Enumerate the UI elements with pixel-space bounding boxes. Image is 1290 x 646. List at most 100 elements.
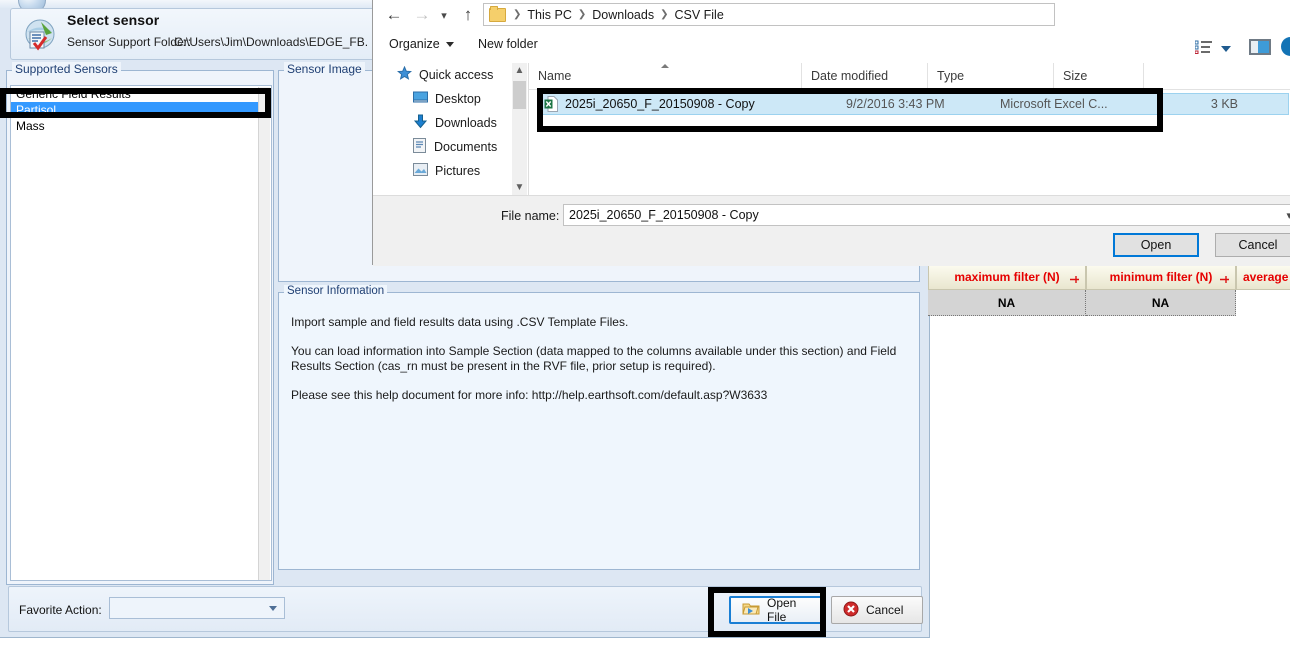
sensor-list-item-partisol[interactable]: Partisol [11, 102, 271, 118]
documents-icon [413, 138, 427, 156]
table-row[interactable]: 2025i_20650_F_20150908 - Copy 9/2/2016 3… [537, 93, 1289, 115]
chevron-down-icon [446, 42, 454, 47]
pictures-icon [413, 163, 428, 179]
file-size-cell: 3 KB [1128, 97, 1238, 111]
favorite-action-combobox[interactable] [109, 597, 285, 619]
preview-pane-icon[interactable] [1249, 39, 1271, 55]
column-header-spacer[interactable] [1143, 63, 1290, 89]
organize-button[interactable]: Organize [389, 37, 454, 51]
folder-icon [489, 8, 506, 22]
grid-cell-maximum-filter: NA [928, 290, 1086, 316]
breadcrumb[interactable]: ❯ This PC ❯ Downloads ❯ CSV File [483, 3, 1055, 26]
sensor-list-item-mass[interactable]: Mass [11, 118, 271, 134]
nav-item-documents[interactable]: Documents 📌 [413, 135, 497, 159]
grid-column-label: average [1243, 270, 1288, 284]
breadcrumb-item-this-pc[interactable]: This PC [524, 8, 574, 22]
dialog-open-button[interactable]: Open [1113, 233, 1199, 257]
file-list-column-headers: Name Date modified Type Size [529, 63, 1290, 90]
sensor-information-text: Import sample and field results data usi… [291, 315, 907, 417]
chevron-up-icon[interactable]: ▲ [512, 63, 527, 78]
arrow-right-icon[interactable]: → [411, 4, 433, 26]
file-name-label: File name: [501, 209, 559, 223]
sensor-info-paragraph-3: Please see this help document for more i… [291, 388, 907, 403]
chevron-down-icon [269, 606, 277, 611]
sensor-information-title: Sensor Information [284, 285, 387, 297]
grid-cell-minimum-filter: NA [1086, 290, 1236, 316]
sensor-list-scrollbar[interactable] [258, 87, 270, 581]
scrollbar-thumb[interactable] [513, 81, 526, 109]
desktop-icon [413, 91, 428, 107]
sensor-list[interactable]: Generic Field Results Partisol Mass [10, 85, 272, 581]
support-folder-value: C:\Users\Jim\Downloads\EDGE_FB. [174, 35, 368, 49]
arrow-up-icon[interactable]: ↑ [457, 4, 479, 26]
nav-item-downloads[interactable]: Downloads 📌 [413, 111, 497, 135]
file-list-pane: Name Date modified Type Size 2025i_20650… [529, 63, 1290, 195]
nav-item-label: Quick access [419, 68, 493, 82]
nav-item-label: Pictures [435, 164, 480, 178]
chevron-down-icon[interactable]: ▼ [512, 180, 527, 195]
grid-column-header-minimum-filter[interactable]: minimum filter (N) [1086, 262, 1236, 290]
open-folder-icon [742, 601, 760, 619]
breadcrumb-separator: ❯ [575, 9, 589, 20]
nav-item-desktop[interactable]: Desktop 📌 [413, 87, 481, 111]
grid-column-label: maximum filter (N) [954, 270, 1059, 284]
arrow-left-icon[interactable]: ← [383, 4, 405, 26]
nav-item-label: Downloads [435, 116, 497, 130]
file-type-cell: Microsoft Excel C... [1000, 97, 1108, 111]
navigation-pane-scrollbar[interactable]: ▲ ▼ [512, 63, 527, 195]
grid-column-header-maximum-filter[interactable]: maximum filter (N) [928, 262, 1086, 290]
chevron-down-icon[interactable]: ▾ [435, 4, 453, 26]
column-header-size[interactable]: Size [1053, 63, 1143, 89]
pin-icon[interactable] [1070, 273, 1079, 282]
column-header-type[interactable]: Type [927, 63, 1053, 89]
grid-column-header-average[interactable]: average [1236, 262, 1290, 290]
open-file-button-label: Open File [767, 596, 810, 624]
red-x-icon [843, 601, 859, 620]
column-header-name[interactable]: Name [529, 63, 801, 89]
nav-item-label: Documents [434, 140, 497, 154]
breadcrumb-item-csv-file[interactable]: CSV File [671, 8, 726, 22]
page-title: Select sensor [67, 12, 159, 28]
pin-icon[interactable] [1220, 273, 1229, 282]
breadcrumb-separator: ❯ [510, 9, 524, 20]
file-date-cell: 9/2/2016 3:43 PM [846, 97, 945, 111]
action-bar: Favorite Action: Open File C [8, 586, 922, 632]
sensor-info-paragraph-1: Import sample and field results data usi… [291, 315, 907, 330]
supported-sensors-groupbox: Supported Sensors Generic Field Results … [6, 70, 274, 585]
cancel-button-label: Cancel [866, 603, 903, 617]
view-mode-control[interactable] [1195, 40, 1231, 57]
file-name-input-value: 2025i_20650_F_20150908 - Copy [569, 208, 759, 222]
breadcrumb-separator: ❯ [657, 9, 671, 20]
nav-item-quick-access[interactable]: Quick access [397, 63, 493, 87]
chevron-down-icon[interactable]: ▾ [1286, 209, 1290, 222]
download-arrow-icon [413, 114, 428, 132]
sensor-list-item-generic-field-results[interactable]: Generic Field Results [11, 86, 271, 102]
file-name-input[interactable]: 2025i_20650_F_20150908 - Copy ▾ [563, 204, 1290, 226]
star-icon [397, 66, 412, 84]
sensor-information-groupbox: Sensor Information Import sample and fie… [278, 292, 920, 570]
supported-sensors-title: Supported Sensors [12, 62, 121, 76]
dialog-footer: File name: 2025i_20650_F_20150908 - Copy… [373, 195, 1290, 266]
list-view-icon[interactable] [1195, 40, 1213, 57]
open-file-dialog: ← → ▾ ↑ ❯ This PC ❯ Downloads ❯ CSV File… [372, 0, 1290, 265]
new-folder-button[interactable]: New folder [478, 37, 538, 51]
column-header-date-modified[interactable]: Date modified [801, 63, 927, 89]
dialog-navigation-bar: ← → ▾ ↑ ❯ This PC ❯ Downloads ❯ CSV File… [373, 0, 1290, 29]
help-icon[interactable] [1281, 37, 1290, 56]
open-file-button[interactable]: Open File [729, 596, 823, 624]
dialog-cancel-button[interactable]: Cancel [1215, 233, 1290, 257]
preview-pane-right [1258, 41, 1269, 53]
chevron-down-icon[interactable] [1221, 46, 1231, 52]
sensor-image-title: Sensor Image [284, 62, 365, 76]
breadcrumb-item-downloads[interactable]: Downloads [589, 8, 657, 22]
dialog-command-bar: Organize New folder [373, 29, 1290, 63]
nav-item-pictures[interactable]: Pictures 📌 [413, 159, 480, 183]
dialog-body: Quick access Desktop 📌 Downloads 📌 [373, 63, 1290, 195]
results-grid-strip: maximum filter (N) NA minimum filter (N)… [928, 262, 1290, 320]
support-folder-label: Sensor Support Folder: [67, 35, 191, 49]
grid-column-label: minimum filter (N) [1110, 270, 1213, 284]
navigation-pane: Quick access Desktop 📌 Downloads 📌 [373, 63, 519, 195]
cancel-button[interactable]: Cancel [831, 596, 923, 624]
globe-check-icon [21, 16, 59, 54]
organize-button-label: Organize [389, 37, 440, 51]
